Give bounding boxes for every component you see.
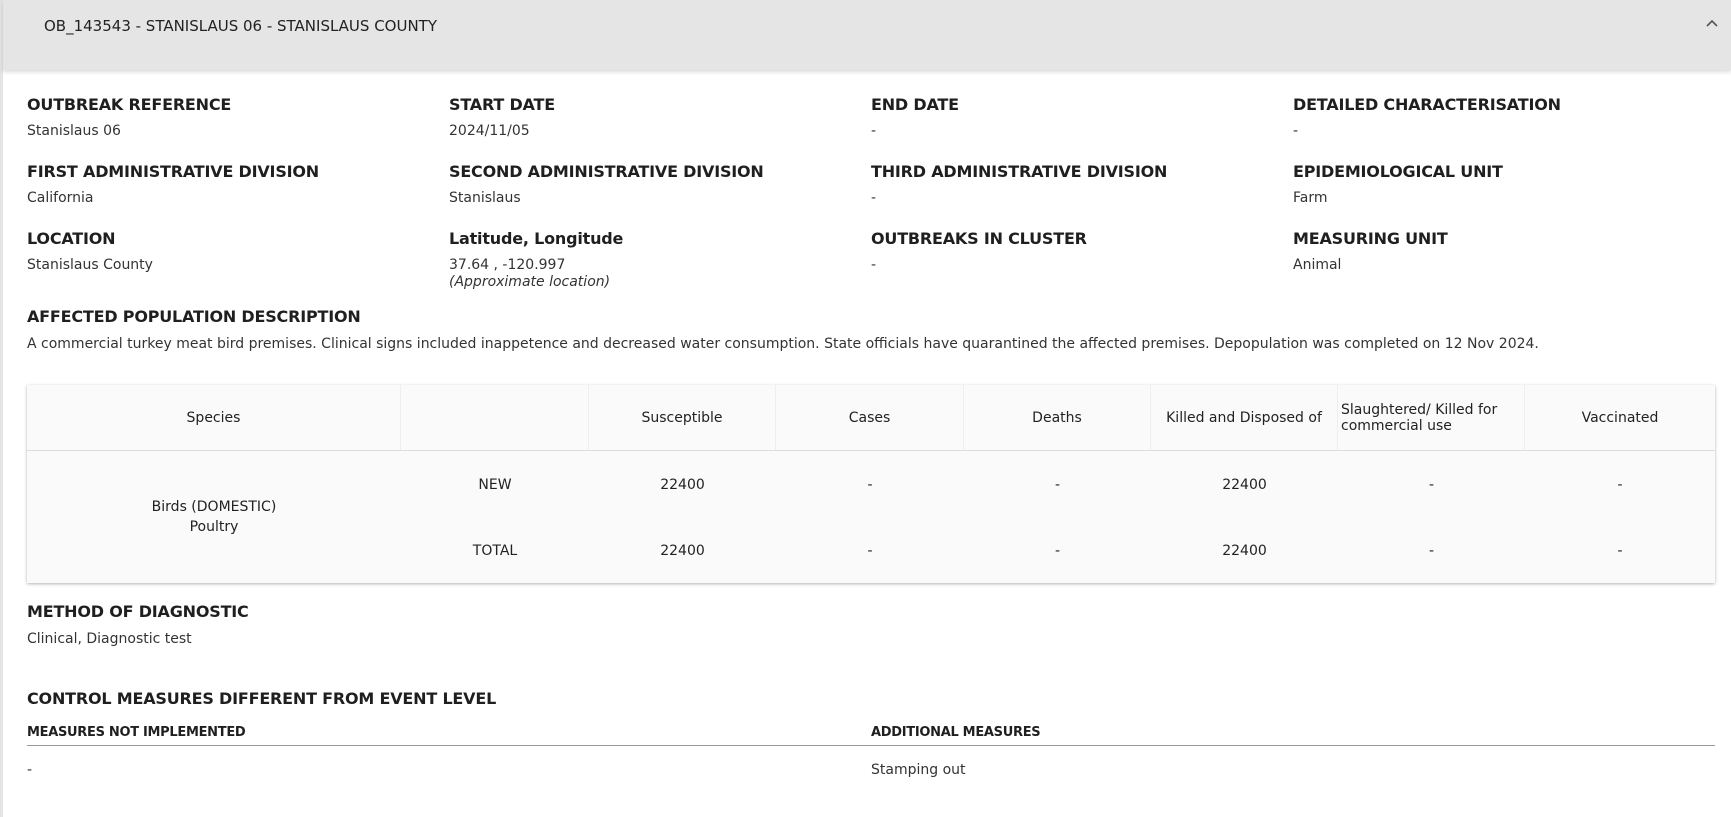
field-label: SECOND ADMINISTRATIVE DIVISION <box>449 162 764 181</box>
affected-population-label: AFFECTED POPULATION DESCRIPTION <box>27 307 361 326</box>
field-outbreak-reference: OUTBREAK REFERENCE Stanislaus 06 <box>27 95 437 139</box>
column-header-killed-disposed: Killed and Disposed of <box>1151 385 1338 450</box>
outbreak-header[interactable]: OB_143543 - STANISLAUS 06 - STANISLAUS C… <box>3 0 1731 70</box>
field-label: LOCATION <box>27 229 116 248</box>
field-value: - <box>871 190 877 206</box>
field-label: FIRST ADMINISTRATIVE DIVISION <box>27 162 319 181</box>
chevron-up-icon[interactable] <box>1705 16 1719 30</box>
additional-measures-label: ADDITIONAL MEASURES <box>871 725 1041 740</box>
field-label: MEASURING UNIT <box>1293 229 1448 248</box>
field-value: Farm <box>1293 190 1328 206</box>
field-outbreaks-in-cluster: OUTBREAKS IN CLUSTER - <box>871 229 1281 273</box>
field-value: - <box>871 123 877 139</box>
species-category: Poultry <box>189 518 239 535</box>
row-type-total: TOTAL <box>472 543 518 559</box>
cell-new-cases: - <box>867 477 873 493</box>
field-value: - <box>871 257 877 273</box>
cell-total-killed-disposed: 22400 <box>1222 543 1267 559</box>
species-name: Birds (DOMESTIC) <box>151 498 277 515</box>
field-label: OUTBREAKS IN CLUSTER <box>871 229 1087 248</box>
outbreak-title: OB_143543 - STANISLAUS 06 - STANISLAUS C… <box>44 17 438 35</box>
cell-total-deaths: - <box>1054 543 1061 559</box>
control-measures-label: CONTROL MEASURES DIFFERENT FROM EVENT LE… <box>27 689 497 708</box>
cell-total-vaccinated: - <box>1617 543 1623 559</box>
divider <box>27 745 871 746</box>
field-location: LOCATION Stanislaus County <box>27 229 437 273</box>
measures-not-implemented-value: - <box>27 762 33 778</box>
column-header-type <box>401 385 589 450</box>
row-type-new: NEW <box>478 477 512 493</box>
field-lat-long: Latitude, Longitude 37.64 , -120.997 (Ap… <box>449 229 859 290</box>
cell-new-deaths: - <box>1054 477 1061 493</box>
table-header: Species Susceptible Cases Deaths Killed … <box>27 385 1715 451</box>
diagnostic-label: METHOD OF DIAGNOSTIC <box>27 602 249 621</box>
field-value: Stanislaus <box>449 190 521 206</box>
species-table: Species Susceptible Cases Deaths Killed … <box>27 385 1715 583</box>
cell-new-susceptible: 22400 <box>660 477 705 493</box>
cell-new-killed-disposed: 22400 <box>1222 477 1267 493</box>
field-start-date: START DATE 2024/11/05 <box>449 95 859 139</box>
cell-new-slaughtered: - <box>1428 477 1435 493</box>
field-value: 2024/11/05 <box>449 123 530 139</box>
field-value: Stanislaus 06 <box>27 123 121 139</box>
field-end-date: END DATE - <box>871 95 1281 139</box>
field-label: END DATE <box>871 95 959 114</box>
cell-total-cases: - <box>867 543 873 559</box>
species-cell: Birds (DOMESTIC) Poultry <box>27 450 401 583</box>
column-header-vaccinated: Vaccinated <box>1581 409 1659 426</box>
approximate-location-note: (Approximate location) <box>449 274 611 290</box>
field-label: OUTBREAK REFERENCE <box>27 95 232 114</box>
field-label: THIRD ADMINISTRATIVE DIVISION <box>871 162 1168 181</box>
field-label: DETAILED CHARACTERISATION <box>1293 95 1561 114</box>
diagnostic-value: Clinical, Diagnostic test <box>27 631 192 647</box>
field-label: Latitude, Longitude <box>449 229 624 248</box>
measures-not-implemented-label: MEASURES NOT IMPLEMENTED <box>27 725 246 740</box>
column-header-species: Species <box>27 385 401 450</box>
column-header-cases: Cases <box>776 385 964 450</box>
field-measuring-unit: MEASURING UNIT Animal <box>1293 229 1703 273</box>
affected-population-text: A commercial turkey meat bird premises. … <box>27 336 1539 352</box>
field-value: - <box>1293 123 1299 139</box>
field-detailed-characterisation: DETAILED CHARACTERISATION - <box>1293 95 1703 139</box>
column-header-deaths: Deaths <box>964 385 1151 450</box>
additional-measures-value: Stamping out <box>871 762 966 778</box>
field-value: California <box>27 190 94 206</box>
field-value: Stanislaus County <box>27 257 153 273</box>
column-header-susceptible: Susceptible <box>589 385 776 450</box>
cell-new-vaccinated: - <box>1617 477 1623 493</box>
field-value: 37.64 , -120.997 <box>449 257 566 273</box>
divider <box>871 745 1715 746</box>
field-third-admin: THIRD ADMINISTRATIVE DIVISION - <box>871 162 1281 206</box>
cell-total-susceptible: 22400 <box>660 543 705 559</box>
field-label: START DATE <box>449 95 555 114</box>
field-value: Animal <box>1293 257 1342 273</box>
field-label: EPIDEMIOLOGICAL UNIT <box>1293 162 1503 181</box>
field-second-admin: SECOND ADMINISTRATIVE DIVISION Stanislau… <box>449 162 859 206</box>
cell-total-slaughtered: - <box>1428 543 1435 559</box>
field-first-admin: FIRST ADMINISTRATIVE DIVISION California <box>27 162 437 206</box>
field-epi-unit: EPIDEMIOLOGICAL UNIT Farm <box>1293 162 1703 206</box>
outbreak-panel: OB_143543 - STANISLAUS 06 - STANISLAUS C… <box>0 0 1731 817</box>
column-header-slaughtered: Slaughtered/ Killed for commercial use <box>1338 385 1525 450</box>
